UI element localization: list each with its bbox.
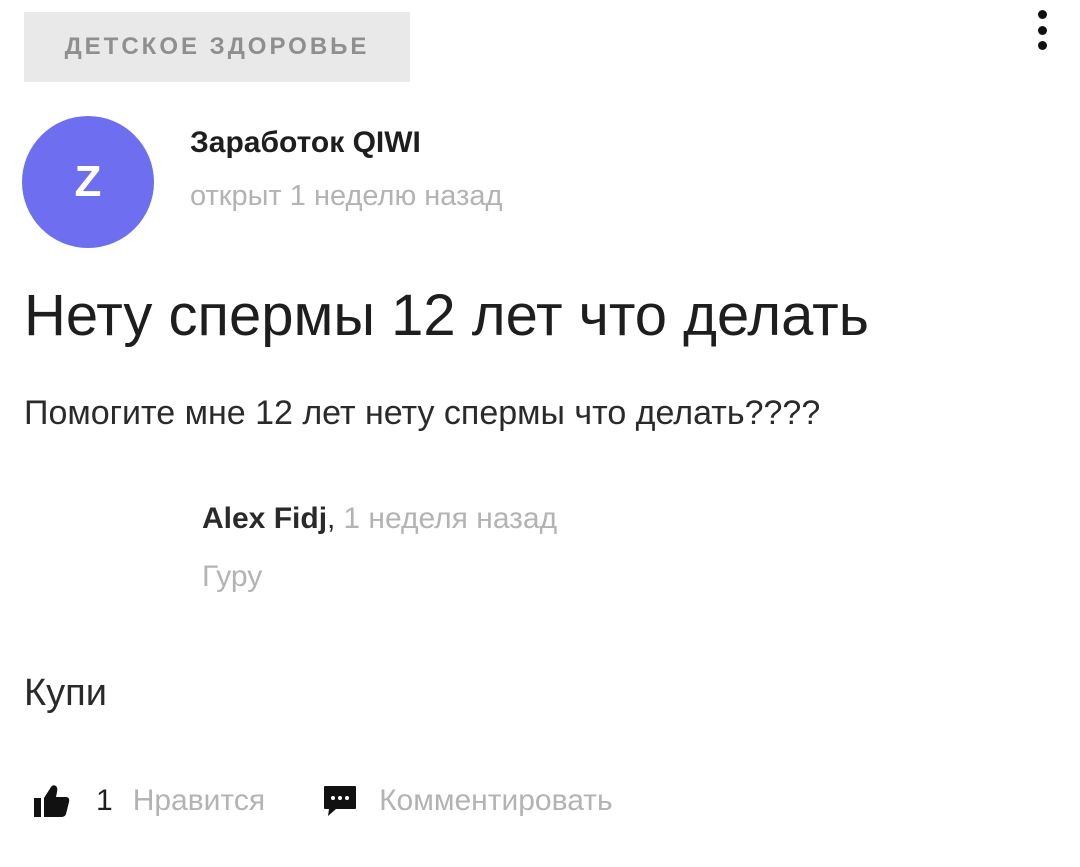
answer-time: 1 неделя назад	[343, 502, 558, 535]
like-count: 1	[96, 784, 113, 817]
answer-author-name[interactable]: Alex Fidj	[202, 502, 327, 535]
question-opened-time: открыт 1 неделю назад	[190, 180, 503, 212]
comment-label[interactable]: Комментировать	[379, 784, 613, 818]
question-author-name[interactable]: Заработок QIWI	[190, 126, 421, 160]
answer-text: Купи	[24, 672, 107, 714]
comment-button[interactable]: Комментировать	[321, 782, 613, 820]
question-page: ДЕТСКОЕ ЗДОРОВЬЕ Z Заработок QIWI открыт…	[0, 0, 1080, 867]
answer-rank: Гуру	[202, 560, 263, 593]
thumbs-up-icon[interactable]	[30, 779, 74, 823]
question-title: Нету спермы 12 лет что делать	[24, 283, 869, 348]
like-label[interactable]: Нравится	[133, 784, 265, 818]
more-vertical-icon[interactable]	[1028, 6, 1056, 54]
category-tag[interactable]: ДЕТСКОЕ ЗДОРОВЬЕ	[24, 12, 410, 82]
avatar[interactable]: Z	[22, 116, 154, 248]
answer-separator: ,	[327, 502, 336, 535]
comment-icon[interactable]	[321, 782, 359, 820]
answer-meta: Alex Fidj, 1 неделя назад	[202, 502, 557, 536]
like-button[interactable]: 1 Нравится	[30, 779, 265, 823]
answer-actions: 1 Нравится Комментировать	[30, 776, 613, 826]
question-body: Помогите мне 12 лет нету спермы что дела…	[24, 394, 821, 432]
